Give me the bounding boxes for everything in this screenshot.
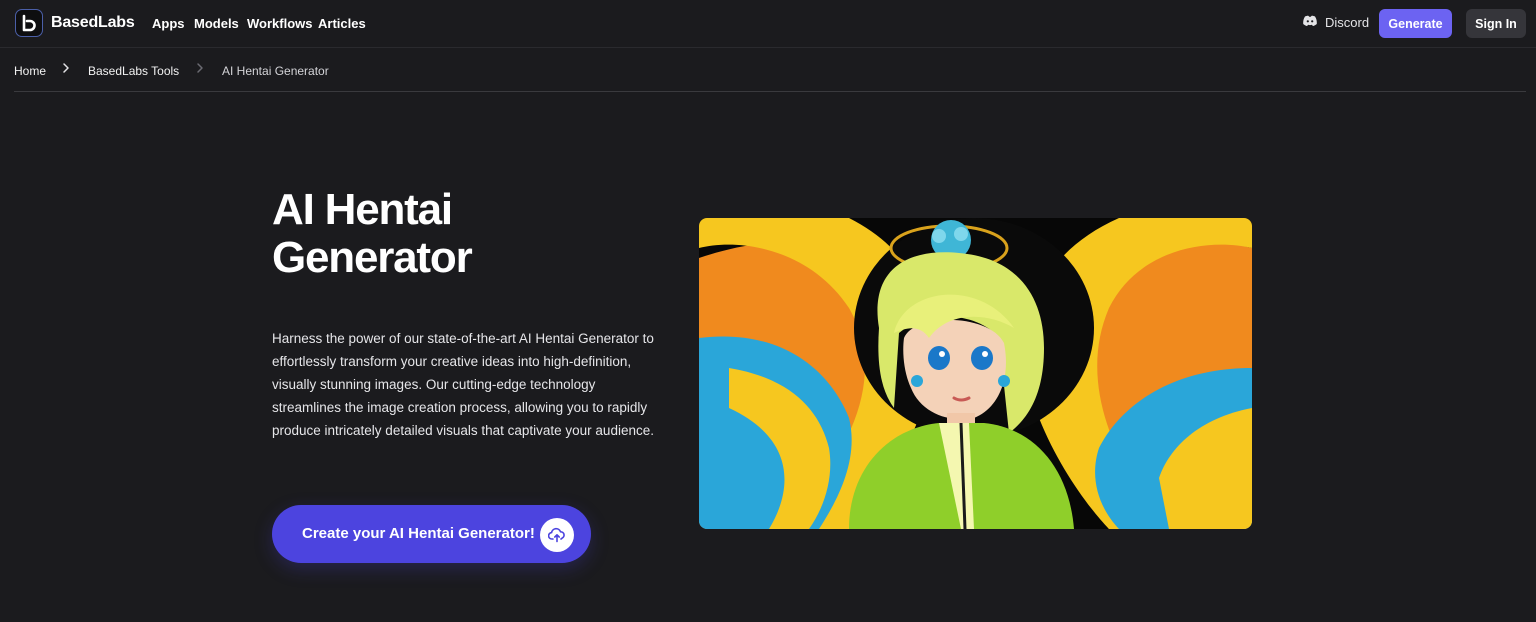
breadcrumb: Home BasedLabs Tools AI Hentai Generator: [14, 49, 1526, 92]
sign-in-button-label: Sign In: [1475, 16, 1517, 31]
create-generator-button[interactable]: Create your AI Hentai Generator!: [272, 505, 591, 563]
discord-label: Discord: [1325, 15, 1370, 30]
breadcrumb-home[interactable]: Home: [14, 64, 46, 78]
page-title: AI Hentai Generator: [272, 186, 632, 282]
nav-articles[interactable]: Articles: [318, 16, 366, 31]
basedlabs-logo-icon[interactable]: [15, 9, 43, 37]
chevron-right-icon: [196, 62, 204, 77]
brand-name[interactable]: BasedLabs: [51, 14, 135, 32]
breadcrumb-current-page: AI Hentai Generator: [222, 64, 329, 78]
top-navigation-bar: BasedLabs Apps Models Workflows Articles…: [0, 0, 1536, 48]
chevron-right-icon: [62, 62, 70, 77]
discord-icon: [1302, 15, 1318, 30]
nav-apps[interactable]: Apps: [152, 16, 185, 31]
generate-button[interactable]: Generate: [1379, 9, 1452, 38]
nav-models[interactable]: Models: [194, 16, 239, 31]
anime-character-illustration: [699, 218, 1252, 529]
nav-workflows[interactable]: Workflows: [247, 16, 313, 31]
cloud-upload-icon: [540, 518, 574, 552]
discord-link[interactable]: Discord: [1302, 15, 1369, 30]
create-generator-button-label: Create your AI Hentai Generator!: [302, 525, 535, 542]
generate-button-label: Generate: [1388, 16, 1443, 31]
breadcrumb-basedlabs-tools[interactable]: BasedLabs Tools: [88, 64, 179, 78]
hero-description: Harness the power of our state-of-the-ar…: [272, 331, 654, 438]
page-title-line-2: Generator: [272, 233, 473, 282]
sign-in-button[interactable]: Sign In: [1466, 9, 1526, 38]
hero-illustration: [699, 218, 1252, 529]
page-title-line-1: AI Hentai: [272, 185, 453, 234]
